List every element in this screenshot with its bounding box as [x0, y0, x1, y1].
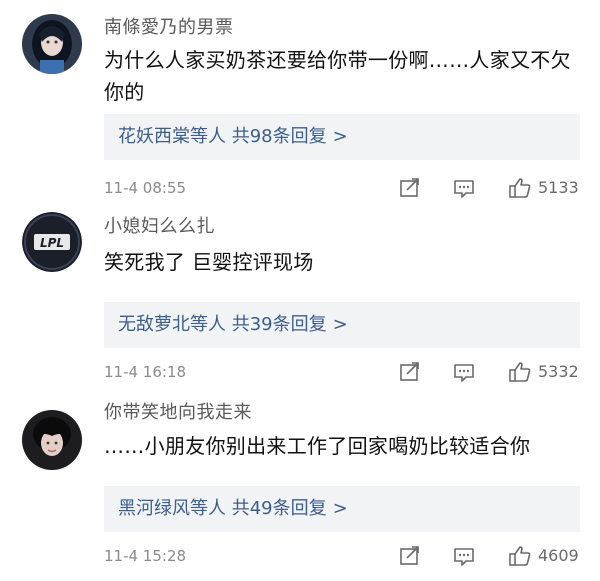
share-icon[interactable]: [398, 360, 422, 384]
comment-item: 你带笑地向我走来 ……小朋友你别出来工作了回家喝奶比较适合你 黑河绿风等人 共4…: [0, 382, 600, 574]
chevron-right-icon: >: [332, 314, 348, 335]
share-icon[interactable]: [398, 544, 422, 568]
username[interactable]: 南條愛乃的男票: [104, 13, 234, 39]
thumbs-up-icon[interactable]: [508, 360, 532, 384]
comment-text: 笑死我了 巨婴控评现场: [104, 250, 314, 274]
reply-count[interactable]: 共39条回复: [232, 314, 327, 335]
comment-icon[interactable]: [452, 360, 476, 384]
comment-text: ……小朋友你别出来工作了回家喝奶比较适合你: [104, 434, 531, 458]
comment-list: 南條愛乃的男票 为什么人家买奶茶还要给你带一份啊……人家又不欠你的 花妖西棠等人…: [0, 0, 600, 574]
reply-count[interactable]: 共49条回复: [232, 498, 327, 519]
reply-suffix: 等人: [190, 126, 226, 147]
avatar[interactable]: LPL: [22, 212, 82, 272]
reply-users[interactable]: 黑河绿风: [118, 498, 190, 519]
chevron-right-icon: >: [332, 498, 348, 519]
thumbs-up-icon[interactable]: [508, 544, 532, 568]
replies-preview[interactable]: 无敌萝北等人 共39条回复 >: [104, 302, 580, 348]
avatar-portrait-image: [22, 14, 82, 74]
username[interactable]: 小媳妇么么扎: [104, 212, 215, 238]
comment-icon[interactable]: [452, 544, 476, 568]
reply-suffix: 等人: [190, 498, 226, 519]
reply-users[interactable]: 花妖西棠: [118, 126, 190, 147]
avatar[interactable]: [22, 410, 82, 470]
like-count: 5332: [538, 362, 579, 381]
comment-text: 为什么人家买奶茶还要给你带一份啊……人家又不欠你的: [104, 48, 571, 104]
reply-count[interactable]: 共98条回复: [232, 126, 327, 147]
chevron-right-icon: >: [332, 126, 348, 147]
lpl-logo-avatar: LPL: [22, 212, 82, 272]
avatar-portrait-image: [22, 410, 82, 470]
reply-users[interactable]: 无敌萝北: [118, 314, 190, 335]
username[interactable]: 你带笑地向我走来: [104, 398, 252, 424]
timestamp: 11-4 16:18: [104, 363, 187, 381]
timestamp: 11-4 15:28: [104, 547, 187, 565]
like-count: 4609: [538, 546, 579, 565]
comment-meta: 11-4 15:28 4609: [104, 544, 584, 568]
replies-preview[interactable]: 花妖西棠等人 共98条回复 >: [104, 114, 580, 160]
comment-item: 南條愛乃的男票 为什么人家买奶茶还要给你带一份啊……人家又不欠你的 花妖西棠等人…: [0, 0, 600, 198]
comment-meta: 11-4 16:18 5332: [104, 360, 584, 384]
avatar[interactable]: [22, 14, 82, 74]
replies-preview[interactable]: 黑河绿风等人 共49条回复 >: [104, 486, 580, 532]
comment-item: LPL 小媳妇么么扎 笑死我了 巨婴控评现场 无敌萝北等人 共39条回复 > 11…: [0, 192, 600, 382]
lpl-logo-text: LPL: [40, 236, 64, 250]
reply-suffix: 等人: [190, 314, 226, 335]
